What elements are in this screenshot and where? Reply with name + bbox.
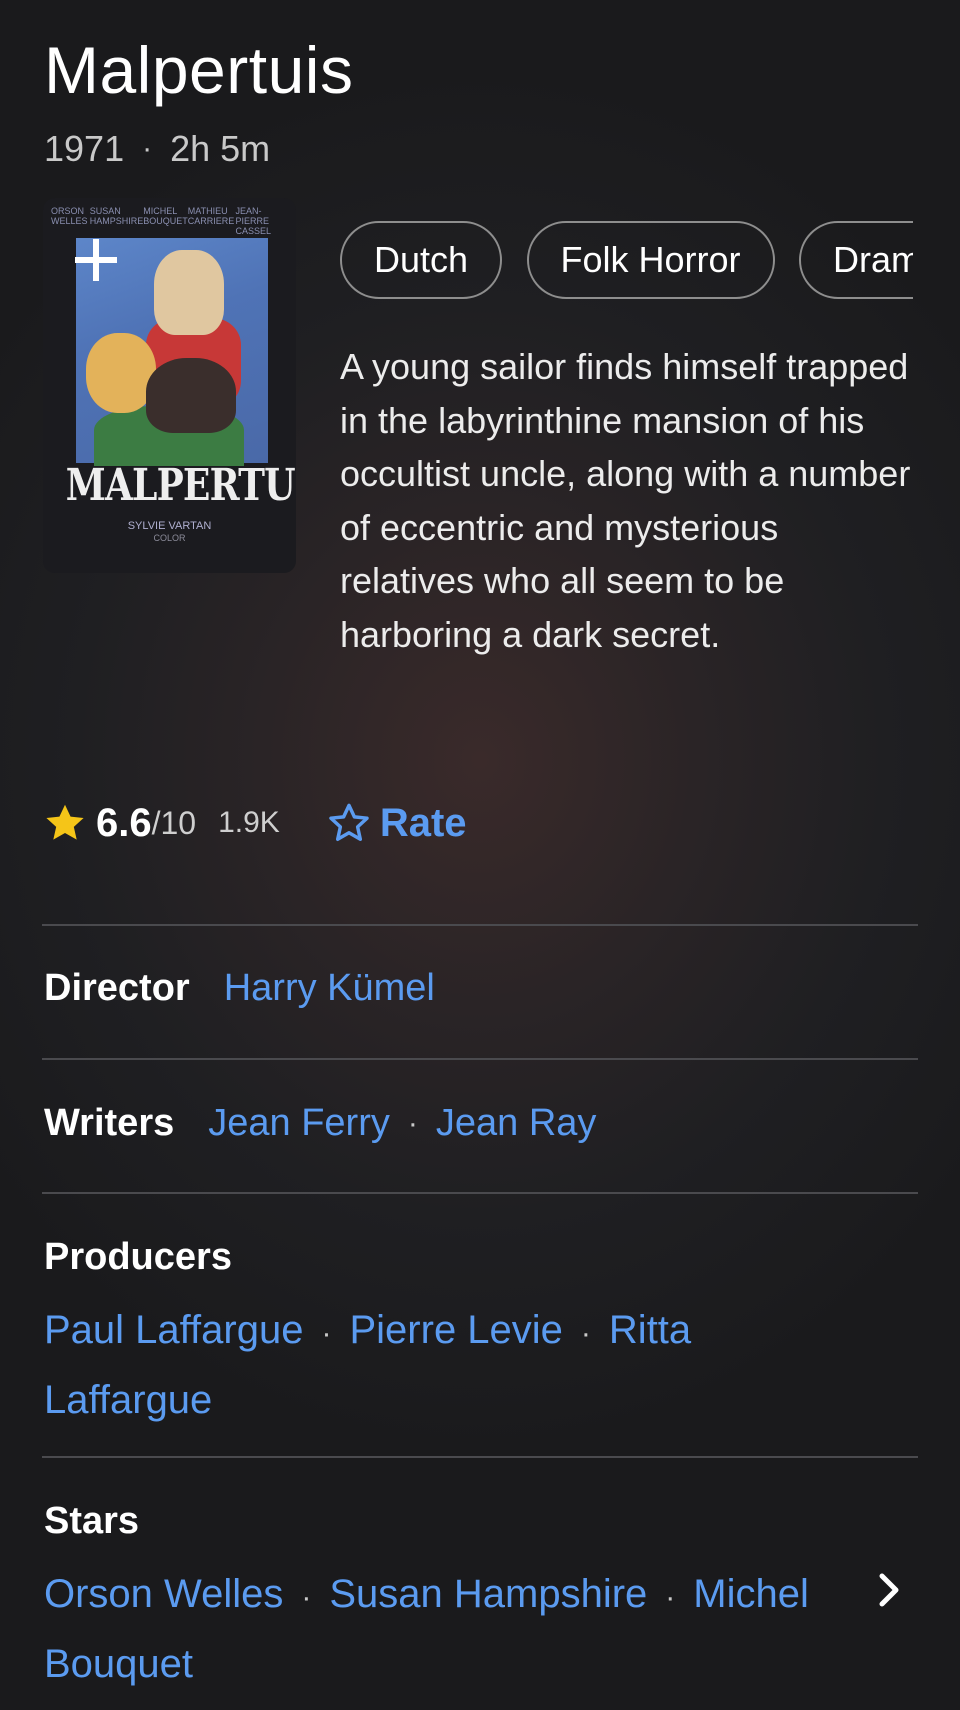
movie-title: Malpertuis [44,33,354,107]
rating-value: 6.6 [96,800,152,845]
rating-row: 6.6 /10 1.9K Rate [42,796,467,850]
divider [42,1192,918,1194]
producer-link[interactable]: Pierre Levie [349,1308,562,1352]
poster-footer-name: SYLVIE VARTAN [127,520,212,532]
name-separator: · [301,1581,312,1614]
add-to-watchlist-button[interactable] [69,233,123,287]
producers-label: Producers [44,1236,232,1278]
star-link[interactable]: Susan Hampshire [329,1572,647,1616]
genre-chip[interactable]: Drama [798,221,913,299]
director-label: Director [44,967,190,1009]
star-filled-icon [46,804,84,840]
stars-list: Orson Welles · Susan Hampshire · Michel Bouq… [44,1561,844,1697]
rating-count: 1.9K [218,806,280,839]
director-row: Director Harry Kümel [44,967,435,1010]
stars-row[interactable]: Stars Orson Welles · Susan Hampshire · Miche… [44,1500,844,1697]
director-link[interactable]: Harry Kümel [224,967,435,1010]
name-separator: · [665,1581,676,1614]
writers-label: Writers [44,1102,175,1144]
producer-link[interactable]: Paul Laffargue [44,1308,303,1352]
writer-link[interactable]: Jean Ray [436,1102,597,1145]
writers-row: Writers Jean Ferry · Jean Ray [44,1102,596,1145]
meta-separator: · [142,132,153,165]
chevron-right-icon [879,1573,899,1607]
plot-summary[interactable]: A young sailor finds himself trapped in … [340,340,920,661]
genre-chip[interactable]: Folk Horror [526,221,775,299]
star-outline-icon [329,803,369,842]
rating-max: /10 [151,804,197,841]
name-separator: · [321,1317,332,1350]
name-separator: · [407,1106,418,1140]
release-year: 1971 [44,128,125,169]
stars-more-button[interactable] [872,1568,908,1612]
name-separator: · [580,1317,591,1350]
writer-link[interactable]: Jean Ferry [208,1102,390,1145]
genre-chip[interactable]: Dutch [340,221,503,299]
producers-row: Producers Paul Laffargue · Pierre Levie · Ri… [44,1236,864,1433]
runtime: 2h 5m [170,128,271,169]
genre-chips: Dutch Folk Horror Drama [340,221,913,301]
producers-list: Paul Laffargue · Pierre Levie · Ritta Laffar… [44,1297,864,1433]
rate-button[interactable]: Rate [326,800,467,846]
poster-footer: SYLVIE VARTAN COLOR [57,520,282,544]
poster-footer-color: COLOR [153,533,186,543]
divider [42,924,918,926]
movie-meta: 1971 · 2h 5m [44,128,270,170]
poster-logo: MALPERTUIS [65,460,296,511]
rate-label: Rate [379,800,467,845]
divider [42,1456,918,1458]
star-link[interactable]: Orson Welles [44,1572,283,1616]
divider [42,1058,918,1060]
plus-icon [75,239,117,281]
stars-label: Stars [44,1500,140,1542]
